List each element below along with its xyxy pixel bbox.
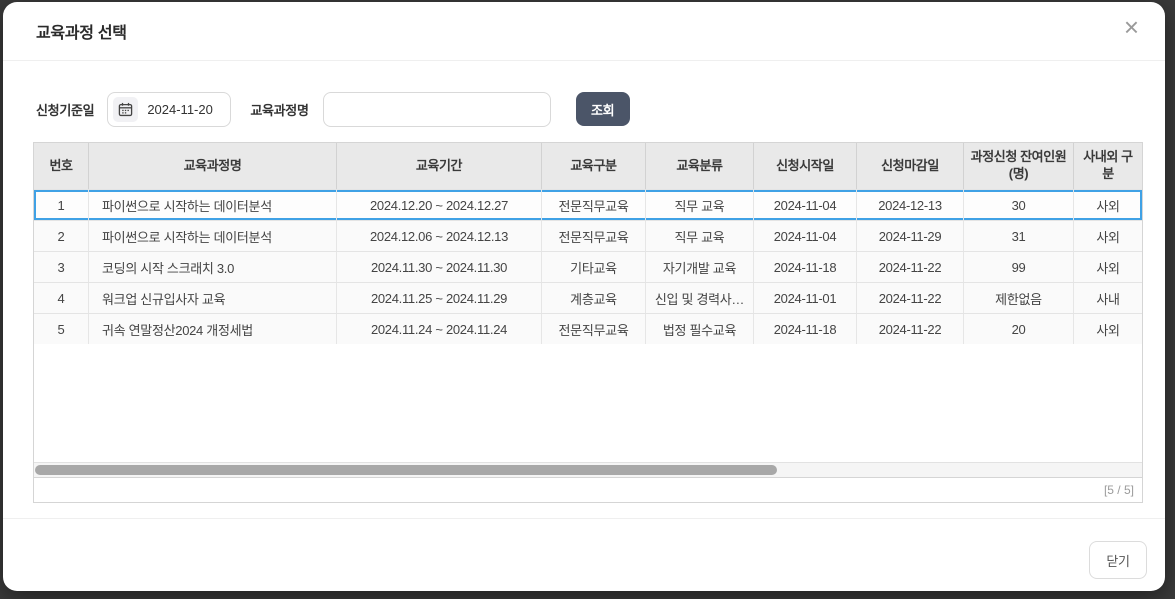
table-cell: 2024-11-22 <box>857 283 964 313</box>
course-table: 번호 교육과정명 교육기간 교육구분 교육분류 신청시작일 신청마감일 과정신청 잔여인원(명… <box>33 142 1143 503</box>
horizontal-scrollbar[interactable] <box>34 462 1142 477</box>
record-count: [5 / 5] <box>1103 483 1134 497</box>
column-header[interactable]: 교육과정명 <box>89 143 337 189</box>
table-cell: 직무 교육 <box>646 190 754 220</box>
table-cell: 제한없음 <box>964 283 1074 313</box>
table-empty-space <box>34 344 1142 462</box>
table-row[interactable]: 3 코딩의 시작 스크래치 3.0 2024.11.30 ~ 2024.11.30 기… <box>34 251 1142 282</box>
course-select-dialog: 교육과정 선택 × 신청기준일 2024-11-20 교육과정명 조회 번호 교육… <box>3 2 1165 591</box>
table-cell: 법정 필수교육 <box>646 314 754 344</box>
table-cell: 사내 <box>1096 291 1120 307</box>
table-cell: 4 <box>34 283 89 313</box>
table-cell: 워크업 신규입사자 교육 <box>89 283 337 313</box>
table-cell: 5 <box>34 314 89 344</box>
table-row[interactable]: 2 파이썬으로 시작하는 데이터분석 2024.12.06 ~ 2024.12.13… <box>34 220 1142 251</box>
filter-bar: 신청기준일 2024-11-20 교육과정명 조회 <box>36 91 630 127</box>
table-cell: 전문직무교육 <box>542 314 646 344</box>
title-divider <box>3 60 1165 61</box>
column-header[interactable]: 신청시작일 <box>754 143 857 189</box>
table-cell: 1 <box>34 190 89 220</box>
column-header[interactable]: 과정신청 잔여인원(명) <box>964 143 1074 189</box>
close-icon[interactable]: × <box>1124 14 1139 40</box>
table-cell: 31 <box>964 221 1074 251</box>
table-cell: 2024-12-13 <box>857 190 964 220</box>
table-cell: 자기개발 교육 <box>646 252 754 282</box>
table-cell: 20 <box>964 314 1074 344</box>
table-cell: 2024-11-18 <box>754 314 857 344</box>
table-cell: 귀속 연말정산2024 개정세법 <box>89 314 337 344</box>
dialog-title: 교육과정 선택 <box>36 25 127 42</box>
table-cell: 사외 <box>1096 260 1120 276</box>
table-cell: 2024.12.20 ~ 2024.12.27 <box>337 190 542 220</box>
table-cell: 2024-11-01 <box>754 283 857 313</box>
table-cell: 전문직무교육 <box>542 221 646 251</box>
column-header[interactable]: 교육구분 <box>542 143 646 189</box>
table-row[interactable]: 5 귀속 연말정산2024 개정세법 2024.11.24 ~ 2024.11.24… <box>34 313 1142 344</box>
column-header[interactable]: 교육분류 <box>646 143 754 189</box>
table-cell: 2024.11.25 ~ 2024.11.29 <box>337 283 542 313</box>
table-cell: 2024-11-22 <box>857 252 964 282</box>
close-button[interactable]: 닫기 <box>1089 541 1147 579</box>
table-cell: 2024-11-22 <box>857 314 964 344</box>
table-cell: 파이썬으로 시작하는 데이터분석 <box>89 221 337 251</box>
table-cell: 2024-11-04 <box>754 190 857 220</box>
table-body: 1 파이썬으로 시작하는 데이터분석 2024.12.20 ~ 2024.12.27… <box>34 189 1142 344</box>
date-filter-label: 신청기준일 <box>36 102 95 118</box>
table-row[interactable]: 4 워크업 신규입사자 교육 2024.11.25 ~ 2024.11.29 계층교육… <box>34 282 1142 313</box>
table-cell: 전문직무교육 <box>542 190 646 220</box>
table-cell: 코딩의 시작 스크래치 3.0 <box>89 252 337 282</box>
table-cell: 2024-11-18 <box>754 252 857 282</box>
search-button[interactable]: 조회 <box>575 92 630 126</box>
table-cell: 30 <box>964 190 1074 220</box>
table-footer: [5 / 5] <box>33 478 1143 503</box>
table-row[interactable]: 1 파이썬으로 시작하는 데이터분석 2024.12.20 ~ 2024.12.27… <box>34 189 1142 220</box>
table-cell: 2 <box>34 221 89 251</box>
table-cell: 사외 <box>1096 229 1120 245</box>
table-cell: 파이썬으로 시작하는 데이터분석 <box>89 190 337 220</box>
course-grid: 번호 교육과정명 교육기간 교육구분 교육분류 신청시작일 신청마감일 과정신청 잔여인원(명… <box>33 142 1143 478</box>
table-cell: 기타교육 <box>542 252 646 282</box>
table-cell: 계층교육 <box>542 283 646 313</box>
table-cell: 2024.11.24 ~ 2024.11.24 <box>337 314 542 344</box>
table-cell: 직무 교육 <box>646 221 754 251</box>
table-cell: 사외 <box>1096 198 1120 214</box>
table-cell: 2024.12.06 ~ 2024.12.13 <box>337 221 542 251</box>
table-cell: 99 <box>964 252 1074 282</box>
date-input[interactable]: 2024-11-20 <box>107 91 232 127</box>
column-header[interactable]: 교육기간 <box>337 143 542 189</box>
table-header-row: 번호 교육과정명 교육기간 교육구분 교육분류 신청시작일 신청마감일 과정신청 잔여인원(명… <box>34 143 1142 189</box>
table-cell: 2024.11.30 ~ 2024.11.30 <box>337 252 542 282</box>
footer-divider <box>3 518 1165 519</box>
column-header[interactable]: 신청마감일 <box>857 143 964 189</box>
table-cell: 신입 및 경력사… <box>646 283 754 313</box>
date-value: 2024-11-20 <box>147 101 213 117</box>
scrollbar-thumb[interactable] <box>35 465 778 475</box>
table-cell: 2024-11-04 <box>754 221 857 251</box>
table-cell: 사외 <box>1096 322 1120 338</box>
table-cell: 2024-11-29 <box>857 221 964 251</box>
course-name-label: 교육과정명 <box>250 102 309 118</box>
calendar-icon[interactable] <box>113 96 139 122</box>
course-name-input[interactable] <box>322 91 551 127</box>
table-cell: 3 <box>34 252 89 282</box>
column-header[interactable]: 번호 <box>34 143 89 189</box>
column-header[interactable]: 사내외 구분 <box>1074 143 1142 189</box>
